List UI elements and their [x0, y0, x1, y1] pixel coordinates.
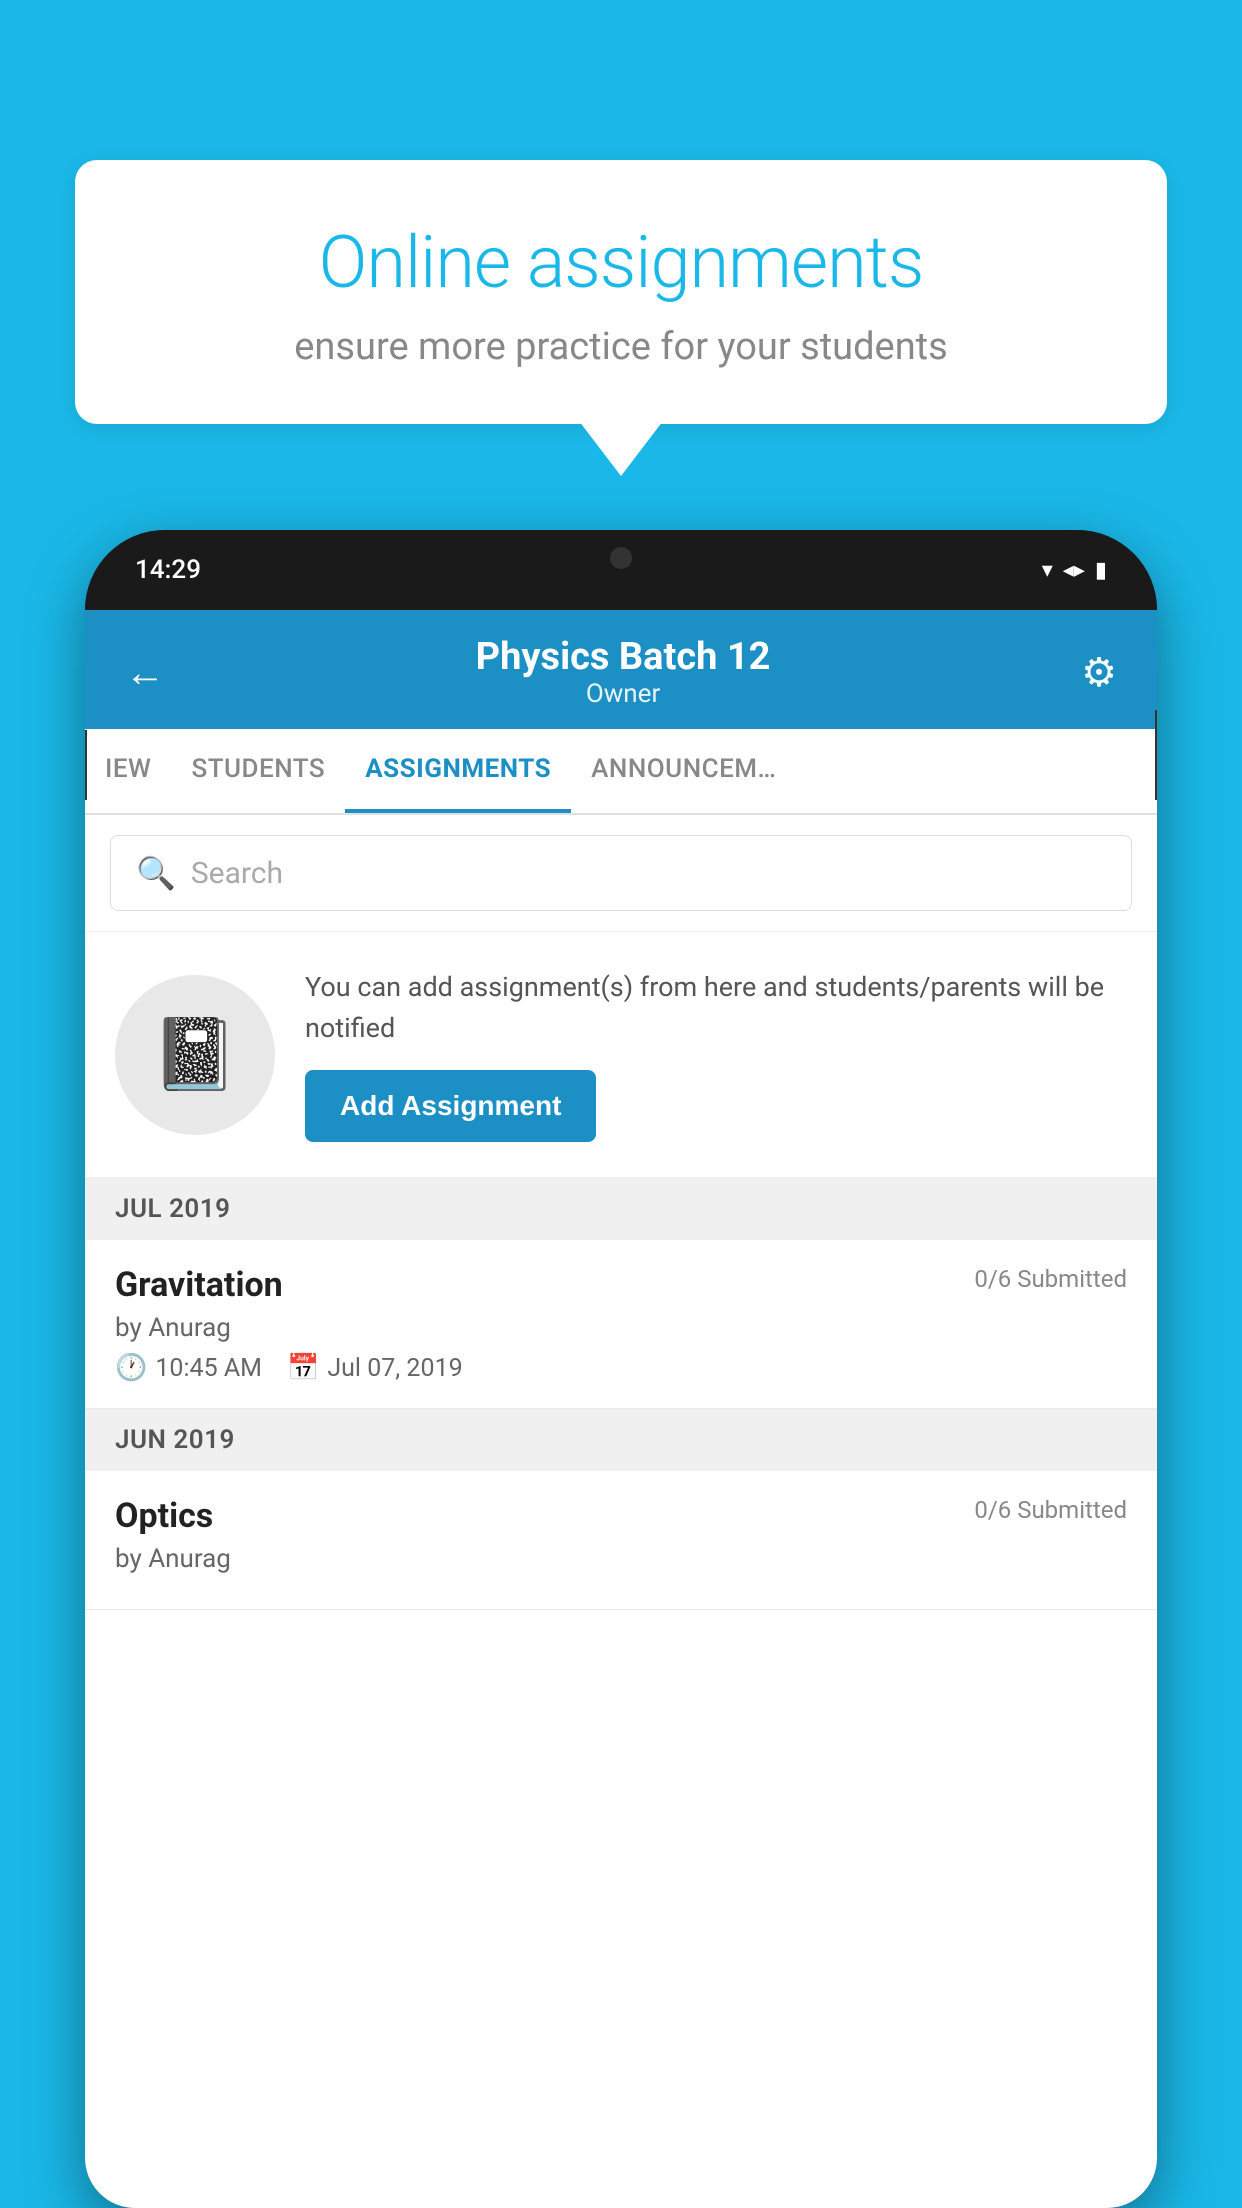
- tab-announcements[interactable]: ANNOUNCEM…: [571, 729, 796, 813]
- app-header: ← Physics Batch 12 Owner ⚙: [85, 610, 1157, 729]
- header-center: Physics Batch 12 Owner: [165, 635, 1081, 709]
- search-placeholder: Search: [191, 856, 283, 891]
- status-bar: 14:29 ▾ ◂▸ ▮: [85, 530, 1157, 610]
- header-subtitle: Owner: [165, 679, 1081, 709]
- assignment-name-gravitation: Gravitation: [115, 1265, 283, 1305]
- speech-bubble-container: Online assignments ensure more practice …: [75, 160, 1167, 424]
- assignment-by-optics: by Anurag: [115, 1544, 1127, 1574]
- assignment-item-optics[interactable]: Optics 0/6 Submitted by Anurag: [85, 1471, 1157, 1610]
- assignment-time: 🕐 10:45 AM: [115, 1353, 262, 1383]
- section-header-jun: JUN 2019: [85, 1409, 1157, 1471]
- promo-content: You can add assignment(s) from here and …: [305, 967, 1127, 1142]
- submitted-badge-optics: 0/6 Submitted: [974, 1496, 1127, 1524]
- volume-button: [85, 730, 87, 800]
- tabs: IEW STUDENTS ASSIGNMENTS ANNOUNCEM…: [85, 729, 1157, 815]
- bubble-title: Online assignments: [155, 220, 1087, 305]
- promo-section: 📓 You can add assignment(s) from here an…: [85, 932, 1157, 1178]
- battery-icon: ▮: [1095, 558, 1107, 583]
- assignment-header-optics: Optics 0/6 Submitted: [115, 1496, 1127, 1536]
- phone-notch: [531, 530, 711, 585]
- section-label-jun: JUN 2019: [115, 1425, 235, 1455]
- section-label-jul: JUL 2019: [115, 1194, 231, 1224]
- section-header-jul: JUL 2019: [85, 1178, 1157, 1240]
- tab-students[interactable]: STUDENTS: [171, 729, 345, 813]
- search-bar[interactable]: 🔍 Search: [110, 835, 1132, 911]
- status-icons: ▾ ◂▸ ▮: [1042, 558, 1107, 583]
- assignment-item-gravitation[interactable]: Gravitation 0/6 Submitted by Anurag 🕐 10…: [85, 1240, 1157, 1409]
- signal-icon: ◂▸: [1063, 558, 1085, 583]
- settings-icon[interactable]: ⚙: [1081, 649, 1117, 696]
- tab-assignments[interactable]: ASSIGNMENTS: [345, 729, 571, 813]
- clock-icon: 🕐: [115, 1353, 147, 1383]
- camera: [610, 547, 632, 569]
- assignment-name-optics: Optics: [115, 1496, 213, 1536]
- phone-frame: 14:29 ▾ ◂▸ ▮ ← Physics Batch 12 Owner ⚙ …: [85, 530, 1157, 2208]
- search-container: 🔍 Search: [85, 815, 1157, 932]
- promo-text: You can add assignment(s) from here and …: [305, 967, 1127, 1048]
- header-title: Physics Batch 12: [165, 635, 1081, 679]
- tab-iew[interactable]: IEW: [85, 729, 171, 813]
- assignment-header: Gravitation 0/6 Submitted: [115, 1265, 1127, 1305]
- calendar-icon: 📅: [287, 1353, 319, 1383]
- phone-screen: ← Physics Batch 12 Owner ⚙ IEW STUDENTS …: [85, 610, 1157, 2208]
- wifi-icon: ▾: [1042, 558, 1053, 583]
- back-button[interactable]: ←: [125, 649, 165, 696]
- bubble-subtitle: ensure more practice for your students: [155, 325, 1087, 369]
- assignment-meta-gravitation: 🕐 10:45 AM 📅 Jul 07, 2019: [115, 1353, 1127, 1383]
- promo-icon-circle: 📓: [115, 975, 275, 1135]
- time-value: 10:45 AM: [155, 1354, 262, 1383]
- search-icon: 🔍: [136, 854, 176, 892]
- status-time: 14:29: [135, 555, 201, 585]
- assignment-date: 📅 Jul 07, 2019: [287, 1353, 463, 1383]
- notebook-icon: 📓: [151, 1014, 238, 1096]
- speech-bubble: Online assignments ensure more practice …: [75, 160, 1167, 424]
- submitted-badge-gravitation: 0/6 Submitted: [974, 1265, 1127, 1293]
- assignment-by-gravitation: by Anurag: [115, 1313, 1127, 1343]
- power-button: [1155, 710, 1157, 800]
- date-value: Jul 07, 2019: [327, 1354, 462, 1383]
- add-assignment-button[interactable]: Add Assignment: [305, 1070, 596, 1142]
